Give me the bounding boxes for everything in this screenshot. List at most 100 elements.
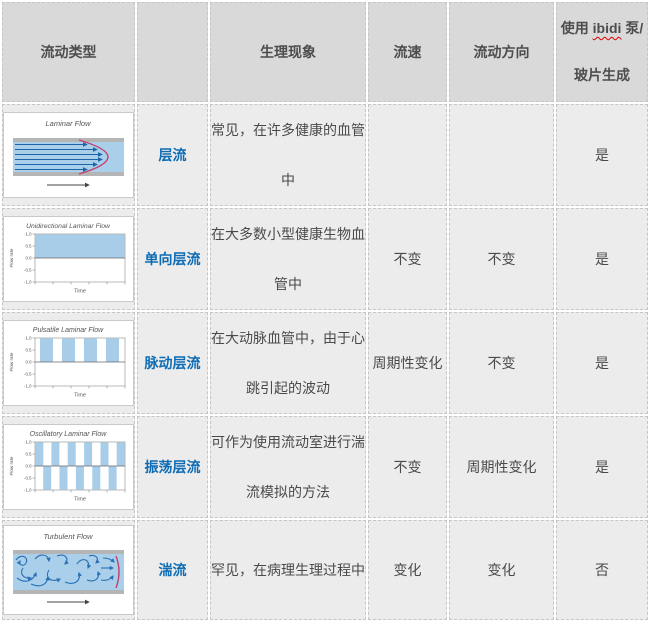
x-ticks: [35, 386, 125, 389]
cell-phenomenon-turbulent: 罕见，在病理生理过程中: [210, 520, 366, 620]
laminar-flow-figure: Laminar Flow: [3, 112, 134, 198]
flow-types-table: 流动类型 生理现象 流速 流动方向 使用 ibidi 泵/玻片生成 Lamina…: [0, 0, 650, 622]
cell-phenomenon-laminar: 常见，在许多健康的血管中: [210, 104, 366, 206]
cell-name-pulsatile: 脉动层流: [137, 312, 208, 414]
laminar-flow-diagram: Laminar Flow: [5, 113, 132, 197]
row-unidirectional: Unidirectional Laminar Flow 1.0 0.5 0.0 …: [2, 208, 648, 310]
x-axis-label: Time: [74, 289, 86, 295]
turbulent-flow-figure: Turbulent Flow: [3, 525, 134, 615]
x-ticks: [35, 490, 125, 493]
cell-direction-unidirectional: 不变: [449, 208, 554, 310]
figure-title: Laminar Flow: [45, 119, 91, 128]
cell-name-oscillatory: 振荡层流: [137, 416, 208, 518]
pulsatile-flow-chart: Pulsatile Laminar Flow 1.0 0.5 0.0 -0.5: [5, 321, 132, 405]
svg-text:-0.5: -0.5: [24, 476, 32, 481]
x-axis-label: Time: [74, 497, 86, 503]
turbulent-flow-diagram: Turbulent Flow: [5, 526, 132, 614]
cell-direction-turbulent: 变化: [449, 520, 554, 620]
svg-text:0.5: 0.5: [26, 452, 33, 457]
cell-phenomenon-unidirectional: 在大多数小型健康生物血管中: [210, 208, 366, 310]
row-turbulent: Turbulent Flow: [2, 520, 648, 620]
header-flow-name: [137, 2, 208, 102]
x-axis-label: Time: [74, 393, 86, 399]
cell-direction-pulsatile: 不变: [449, 312, 554, 414]
cell-figure-laminar: Laminar Flow: [2, 104, 135, 206]
cell-ibidi-oscillatory: 是: [556, 416, 648, 518]
header-ibidi-word-misspelled: ibidi: [593, 20, 622, 36]
oscillatory-flow-chart: Oscillatory Laminar Flow 1.0 0.5 0.0: [5, 425, 132, 509]
header-direction: 流动方向: [449, 2, 554, 102]
cell-speed-turbulent: 变化: [368, 520, 447, 620]
figure-title: Turbulent Flow: [43, 532, 93, 541]
cell-speed-oscillatory: 不变: [368, 416, 447, 518]
svg-text:1.0: 1.0: [26, 440, 33, 445]
svg-text:-1.0: -1.0: [24, 488, 32, 493]
y-axis-label: Flow rate: [9, 352, 14, 371]
pulse-bars: [40, 338, 119, 362]
row-oscillatory: Oscillatory Laminar Flow 1.0 0.5 0.0: [2, 416, 648, 518]
svg-text:-1.0: -1.0: [24, 280, 32, 285]
cell-name-unidirectional: 单向层流: [137, 208, 208, 310]
svg-text:0.0: 0.0: [26, 256, 33, 261]
svg-text:-0.5: -0.5: [24, 268, 32, 273]
link-pulsatile-laminar-flow[interactable]: 脉动层流: [145, 355, 201, 371]
svg-text:1.0: 1.0: [26, 232, 33, 237]
row-pulsatile: Pulsatile Laminar Flow 1.0 0.5 0.0 -0.5: [2, 312, 648, 414]
svg-text:0.5: 0.5: [26, 348, 33, 353]
channel-fluid: [13, 554, 124, 590]
cell-direction-laminar: [449, 104, 554, 206]
link-laminar-flow[interactable]: 层流: [159, 147, 187, 163]
cell-speed-laminar: [368, 104, 447, 206]
header-phenomenon: 生理现象: [210, 2, 366, 102]
cell-speed-pulsatile: 周期性变化: [368, 312, 447, 414]
y-tick-labels: 1.0 0.5 0.0 -0.5 -1.0: [24, 336, 32, 389]
cell-figure-oscillatory: Oscillatory Laminar Flow 1.0 0.5 0.0: [2, 416, 135, 518]
cell-figure-turbulent: Turbulent Flow: [2, 520, 135, 620]
link-turbulent-flow[interactable]: 湍流: [159, 562, 187, 578]
y-ticks: [33, 442, 36, 490]
svg-text:-0.5: -0.5: [24, 372, 32, 377]
header-ibidi-post: 泵/: [621, 20, 643, 36]
cell-ibidi-laminar: 是: [556, 104, 648, 206]
row-laminar: Laminar Flow 层流 常见，在许多健康的血管: [2, 104, 648, 206]
cell-ibidi-pulsatile: 是: [556, 312, 648, 414]
link-oscillatory-laminar-flow[interactable]: 振荡层流: [145, 459, 201, 475]
cell-ibidi-turbulent: 否: [556, 520, 648, 620]
y-tick-labels: 1.0 0.5 0.0 -0.5 -1.0: [24, 232, 32, 285]
link-unidirectional-laminar-flow[interactable]: 单向层流: [145, 251, 201, 267]
cell-direction-oscillatory: 周期性变化: [449, 416, 554, 518]
header-speed: 流速: [368, 2, 447, 102]
cell-phenomenon-pulsatile: 在大动脉血管中，由于心跳引起的波动: [210, 312, 366, 414]
figure-title: Pulsatile Laminar Flow: [33, 327, 104, 334]
oscillatory-flow-figure: Oscillatory Laminar Flow 1.0 0.5 0.0: [3, 424, 134, 510]
y-ticks: [33, 234, 36, 282]
unidirectional-flow-chart: Unidirectional Laminar Flow 1.0 0.5 0.0 …: [5, 217, 132, 301]
cell-figure-pulsatile: Pulsatile Laminar Flow 1.0 0.5 0.0 -0.5: [2, 312, 135, 414]
svg-text:0.0: 0.0: [26, 360, 33, 365]
header-ibidi: 使用 ibidi 泵/玻片生成: [556, 2, 648, 102]
y-axis-label: Flow rate: [9, 456, 14, 475]
header-ibidi-line2: 玻片生成: [574, 67, 630, 83]
header-row: 流动类型 生理现象 流速 流动方向 使用 ibidi 泵/玻片生成: [2, 2, 648, 102]
svg-text:0.0: 0.0: [26, 464, 33, 469]
header-flow-type: 流动类型: [2, 2, 135, 102]
header-ibidi-pre: 使用: [561, 20, 593, 36]
svg-text:1.0: 1.0: [26, 336, 33, 341]
x-ticks: [35, 282, 125, 285]
y-ticks: [33, 338, 36, 386]
cell-phenomenon-oscillatory: 可作为使用流动室进行湍流模拟的方法: [210, 416, 366, 518]
svg-text:0.5: 0.5: [26, 244, 33, 249]
pulsatile-flow-figure: Pulsatile Laminar Flow 1.0 0.5 0.0 -0.5: [3, 320, 134, 406]
svg-text:-1.0: -1.0: [24, 384, 32, 389]
cell-figure-unidirectional: Unidirectional Laminar Flow 1.0 0.5 0.0 …: [2, 208, 135, 310]
figure-title: Oscillatory Laminar Flow: [30, 431, 108, 438]
cell-ibidi-unidirectional: 是: [556, 208, 648, 310]
unidirectional-flow-figure: Unidirectional Laminar Flow 1.0 0.5 0.0 …: [3, 216, 134, 302]
y-axis-label: Flow rate: [9, 248, 14, 267]
cell-name-turbulent: 湍流: [137, 520, 208, 620]
y-tick-labels: 1.0 0.5 0.0 -0.5 -1.0: [24, 440, 32, 493]
cell-speed-unidirectional: 不变: [368, 208, 447, 310]
constant-flow-area: [35, 234, 124, 258]
cell-name-laminar: 层流: [137, 104, 208, 206]
figure-title: Unidirectional Laminar Flow: [26, 223, 111, 230]
